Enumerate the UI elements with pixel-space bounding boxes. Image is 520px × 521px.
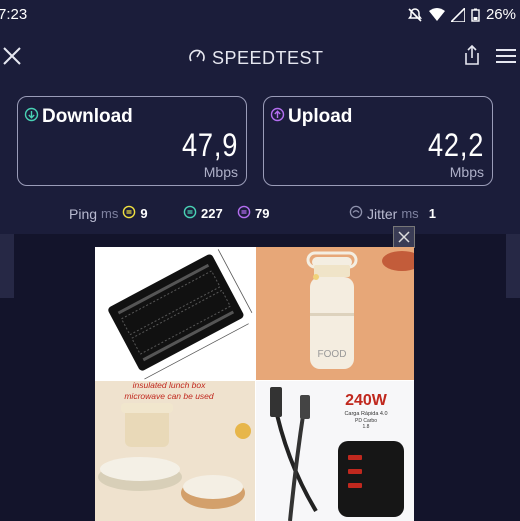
- ad-close-button[interactable]: [393, 226, 415, 248]
- ad-subtext-1: Carga Rápida 4.0: [344, 411, 387, 417]
- jitter-unit: ms: [401, 206, 419, 221]
- side-band-right: [506, 234, 520, 298]
- ad-wattage-text: 240W: [345, 392, 388, 409]
- mute-icon: [407, 7, 423, 23]
- battery-percent: 26%: [485, 6, 516, 23]
- upload-label: Upload: [288, 106, 353, 127]
- breadboard-image: [108, 249, 253, 380]
- download-value: 47,9: [181, 127, 238, 163]
- jitter-metric: Jitter ms 1: [349, 205, 436, 222]
- close-icon: [398, 231, 410, 243]
- signal-icon: [450, 7, 465, 22]
- ping-upload-value: 79: [255, 206, 270, 221]
- ad-tile-charger[interactable]: 240W Carga Rápida 4.0 PD Carbo 1.8: [256, 381, 414, 521]
- ping-metric: Ping ms 9: [69, 205, 148, 222]
- download-label-row: Download: [24, 106, 133, 128]
- battery-icon: [471, 8, 480, 22]
- download-label: Download: [42, 106, 133, 127]
- gauge-icon: [188, 47, 206, 70]
- ad-caption-line2: microwave can be used: [124, 391, 214, 401]
- status-bar: 7:23 26%: [0, 0, 520, 30]
- upload-value: 42,2: [427, 127, 484, 163]
- upload-unit: Mbps: [449, 164, 484, 180]
- jitter-label: Jitter: [367, 205, 398, 222]
- ping-download-value: 227: [201, 206, 223, 221]
- ad-brand-text: FOOD: [318, 349, 347, 360]
- ad-subtext-3: 1.8: [363, 424, 370, 430]
- share-icon: [465, 44, 479, 65]
- ping-download-icon: [183, 205, 197, 222]
- ping-upload-icon: [237, 205, 251, 222]
- metrics-row: Ping ms 9 227 79 Jitter ms 1: [0, 205, 520, 225]
- ad-caption-line1: insulated lunch box: [133, 381, 207, 390]
- wifi-icon: [428, 7, 445, 22]
- status-icons: 26%: [407, 6, 516, 23]
- ping-idle-value: 9: [140, 206, 148, 221]
- upload-label-row: Upload: [270, 106, 352, 128]
- advertisement[interactable]: FOOD insulated lunch box microwave can b…: [95, 247, 414, 521]
- arrow-up-circle-icon: [270, 107, 285, 127]
- share-button[interactable]: [462, 44, 484, 68]
- ad-tile-lunch-box[interactable]: insulated lunch box microwave can be use…: [95, 381, 255, 521]
- upload-card: Upload 42,2 Mbps: [263, 96, 493, 186]
- ping-idle-icon: [122, 205, 136, 222]
- close-button[interactable]: [2, 46, 24, 68]
- ping-label: Ping: [69, 205, 98, 222]
- close-icon: [3, 47, 21, 65]
- menu-button[interactable]: [496, 48, 518, 66]
- download-card: Download 47,9 Mbps: [17, 96, 247, 186]
- arrow-down-circle-icon: [24, 107, 39, 127]
- status-time: 7:23: [0, 6, 28, 23]
- ad-tile-lunch-jar[interactable]: FOOD: [256, 247, 414, 380]
- jitter-icon: [349, 205, 363, 222]
- jitter-value: 1: [428, 206, 436, 221]
- top-bar: SPEEDTEST: [0, 36, 520, 76]
- app-logo: SPEEDTEST: [188, 47, 324, 70]
- menu-icon: [496, 49, 516, 63]
- download-unit: Mbps: [203, 164, 238, 180]
- ping-unit: ms: [101, 206, 119, 221]
- app-title: SPEEDTEST: [212, 48, 324, 68]
- ad-tile-breadboard[interactable]: [95, 247, 255, 380]
- ping-upload-metric: 79: [237, 205, 269, 222]
- ping-download-metric: 227: [183, 205, 223, 222]
- side-band-left: [0, 234, 14, 298]
